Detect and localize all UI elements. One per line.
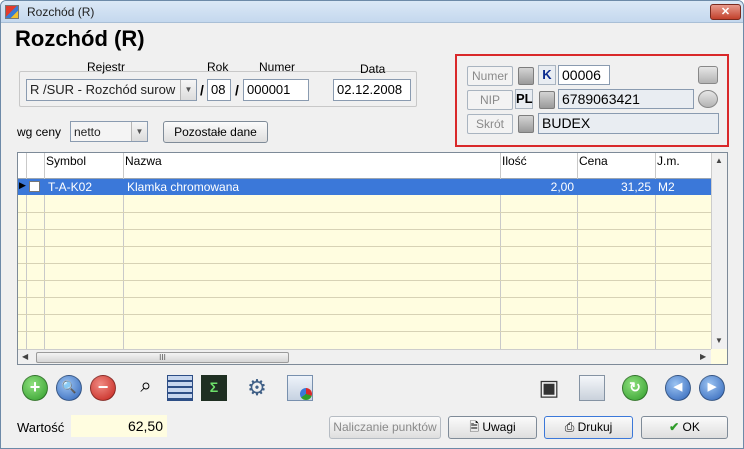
cell-jm: M2 — [658, 180, 675, 194]
items-table: Symbol Nazwa Ilość Cena J.m. ▶ T-A-K02 K… — [17, 152, 728, 365]
ok-button[interactable]: ✔ OK — [641, 416, 728, 439]
chevron-down-icon[interactable]: ▼ — [131, 122, 147, 141]
rejestr-label: Rejestr — [87, 60, 126, 74]
card-icon[interactable] — [518, 115, 534, 133]
notes-icon: 🗎 — [469, 420, 483, 434]
scroll-up-icon[interactable]: ▲ — [715, 156, 723, 165]
gears-icon[interactable]: ⚙ — [244, 375, 270, 401]
price-type-value: netto — [74, 125, 101, 139]
data-label: Data — [360, 62, 386, 76]
cell-symbol: T-A-K02 — [48, 180, 93, 194]
sum-icon[interactable]: Σ — [201, 375, 227, 401]
cell-nazwa: Klamka chromowana — [127, 180, 240, 194]
magnifier-icon[interactable]: 🔍 — [56, 375, 82, 401]
print-button[interactable]: ⎙ Drukuj — [544, 416, 633, 439]
rejestr-value: R /SUR - Rozchód surow — [30, 82, 176, 97]
card-icon[interactable] — [518, 67, 534, 85]
chart-icon[interactable] — [287, 375, 313, 401]
vertical-scrollbar[interactable]: ▲ ▼ — [711, 153, 727, 349]
notes-label: Uwagi — [482, 420, 516, 434]
scroll-thumb[interactable]: III — [36, 352, 289, 363]
check-icon: ✔ — [669, 420, 683, 434]
contractor-number-field[interactable]: 00006 — [558, 65, 610, 85]
table-header: Symbol Nazwa Ilość Cena J.m. — [18, 153, 711, 179]
column-header-ilosc[interactable]: Ilość — [502, 154, 527, 168]
document-window: Rozchód (R) ✕ Rozchód (R) Rejestr Rok Nu… — [0, 0, 744, 449]
separator: / — [235, 82, 239, 98]
floppy-icon[interactable]: ▣ — [536, 375, 562, 401]
print-label: Drukuj — [577, 420, 613, 434]
cell-cena: 31,25 — [620, 180, 651, 194]
title-bar: Rozchód (R) ✕ — [1, 1, 743, 23]
calculator-icon[interactable] — [167, 375, 193, 401]
price-type-select[interactable]: netto ▼ — [70, 121, 148, 142]
wg-ceny-label: wg ceny — [17, 125, 62, 139]
scroll-down-icon[interactable]: ▼ — [715, 336, 723, 345]
printer-icon: ⎙ — [564, 420, 578, 434]
calculate-points-button[interactable]: Naliczanie punktów — [329, 416, 441, 439]
table-row[interactable]: ▶ T-A-K02 Klamka chromowana 2,00 31,25 M… — [18, 179, 711, 195]
horizontal-scrollbar[interactable]: ◀ III ▶ — [18, 349, 711, 364]
numer-search-button[interactable]: Numer — [467, 66, 513, 86]
prev-icon[interactable]: ◀ — [665, 375, 691, 401]
window-title: Rozchód (R) — [27, 5, 95, 19]
scroll-right-icon[interactable]: ▶ — [700, 352, 706, 361]
column-header-symbol[interactable]: Symbol — [46, 154, 86, 168]
next-icon[interactable]: ▶ — [699, 375, 725, 401]
skrot-search-button[interactable]: Skrót — [467, 114, 513, 134]
column-header-nazwa[interactable]: Nazwa — [125, 154, 162, 168]
globe-icon[interactable] — [698, 90, 718, 108]
skrot-field[interactable]: BUDEX — [538, 113, 719, 134]
cell-ilosc: 2,00 — [550, 180, 574, 194]
separator: / — [200, 82, 204, 98]
column-header-jm[interactable]: J.m. — [657, 154, 680, 168]
copy-icon[interactable] — [579, 375, 605, 401]
data-field[interactable]: 02.12.2008 — [333, 79, 411, 101]
column-header-cena[interactable]: Cena — [579, 154, 608, 168]
country-code: PL — [515, 89, 533, 109]
close-button[interactable]: ✕ — [710, 4, 741, 20]
rejestr-select[interactable]: R /SUR - Rozchód surow ▼ — [26, 79, 197, 101]
nip-field[interactable]: 6789063421 — [558, 89, 694, 109]
card-icon[interactable] — [539, 91, 555, 109]
minus-icon[interactable]: − — [90, 375, 116, 401]
plus-icon[interactable]: + — [22, 375, 48, 401]
handshake-icon[interactable] — [698, 66, 718, 84]
rok-field[interactable]: 08 — [207, 79, 231, 101]
row-pointer-icon: ▶ — [19, 180, 26, 190]
numer-field[interactable]: 000001 — [243, 79, 309, 101]
page-title: Rozchód (R) — [15, 26, 145, 51]
numer-label: Numer — [259, 60, 296, 74]
nip-search-button[interactable]: NIP — [467, 90, 513, 110]
ok-label: OK — [682, 420, 700, 434]
refresh-icon[interactable]: ↻ — [622, 375, 648, 401]
scroll-left-icon[interactable]: ◀ — [22, 352, 28, 361]
wartosc-value: 62,50 — [71, 415, 167, 437]
binoculars-icon[interactable]: ⌕ — [133, 375, 159, 401]
rok-label: Rok — [207, 60, 229, 74]
notes-button[interactable]: 🗎 Uwagi — [448, 416, 537, 439]
other-data-button[interactable]: Pozostałe dane — [163, 121, 268, 143]
wartosc-label: Wartość — [17, 420, 65, 435]
contractor-type-code: K — [538, 65, 556, 85]
contractor-panel: Numer K 00006 NIP PL 6789063421 Skrót BU… — [455, 54, 729, 147]
row-checkbox[interactable] — [29, 181, 40, 192]
app-icon — [5, 5, 19, 19]
chevron-down-icon[interactable]: ▼ — [180, 80, 196, 100]
